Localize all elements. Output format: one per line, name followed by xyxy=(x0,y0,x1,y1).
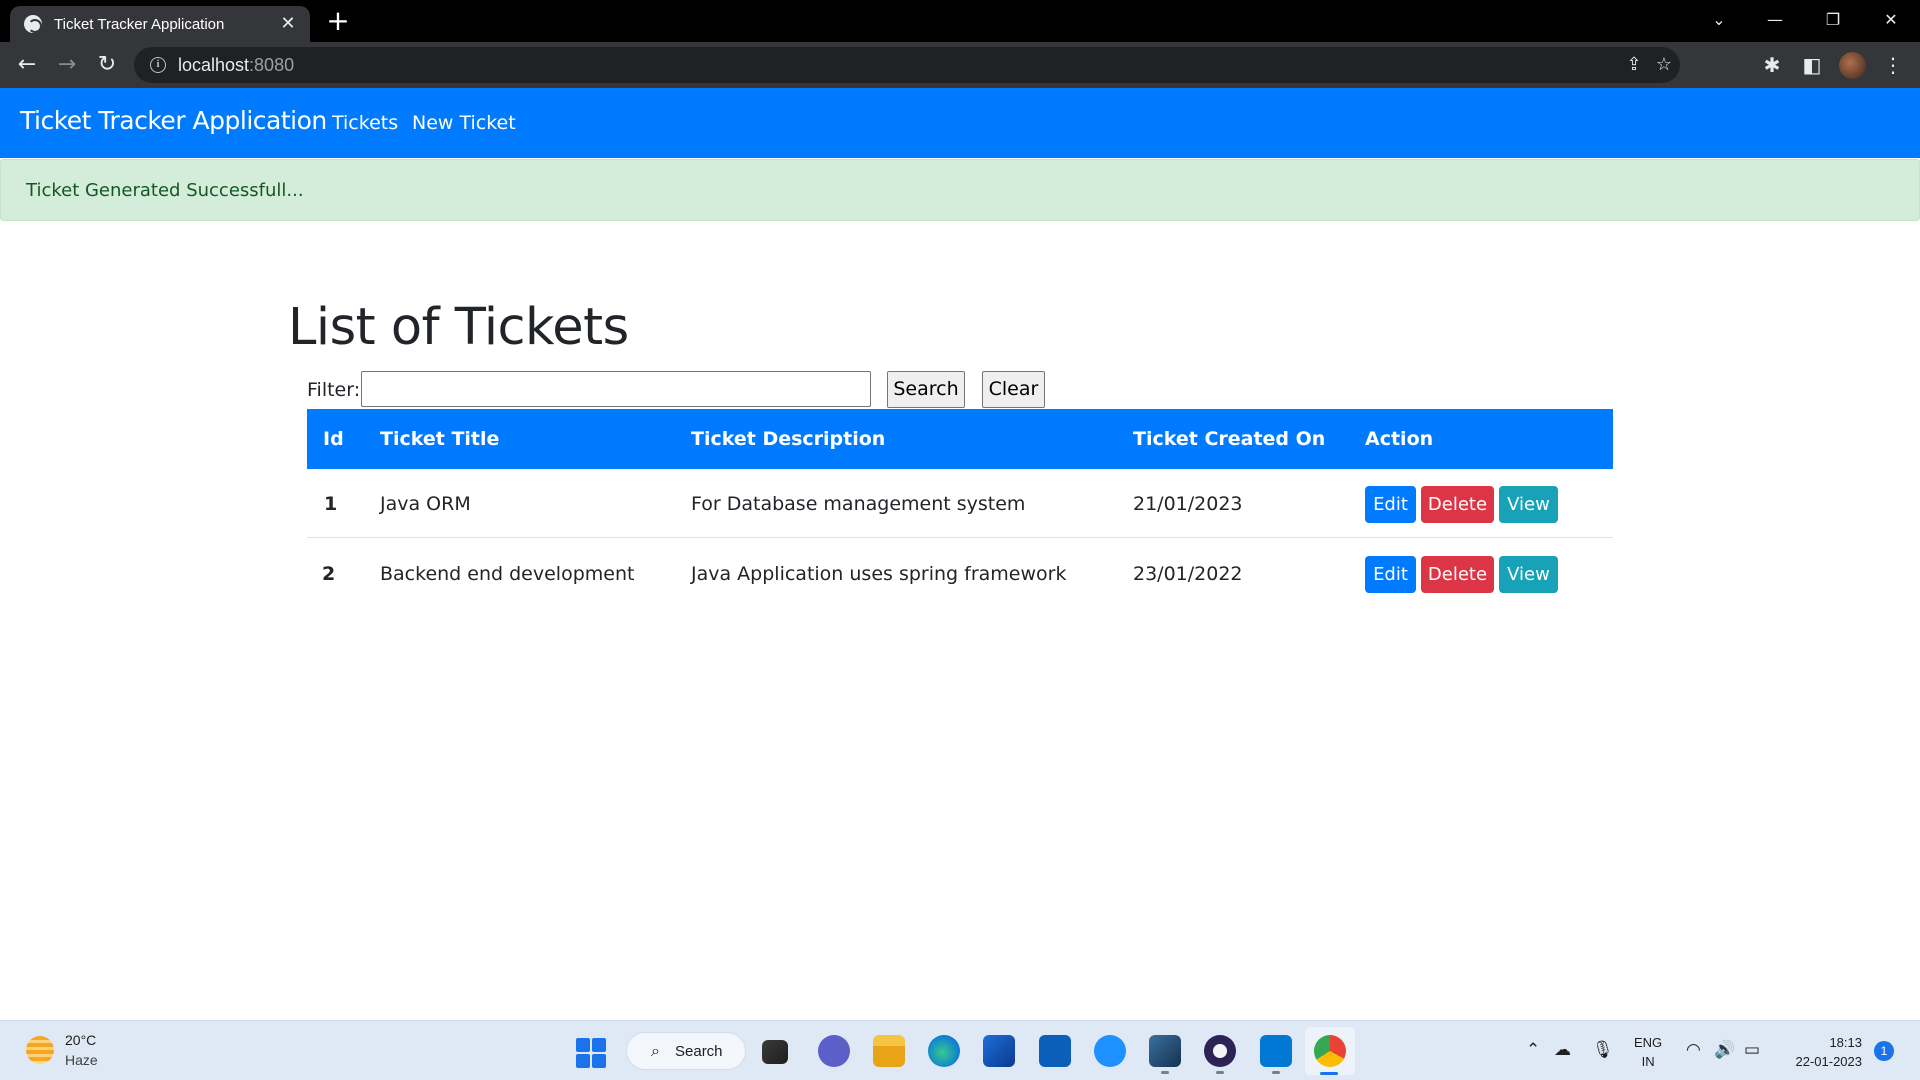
browser-toolbar: ← → ↻ i localhost:8080 ⇪ ☆ ✱ ◧ ⋮ xyxy=(0,42,1920,88)
table-header: Id Ticket Title Ticket Description Ticke… xyxy=(307,409,1613,469)
side-panel-icon[interactable]: ◧ xyxy=(1797,50,1827,80)
header-action: Action xyxy=(1365,428,1434,450)
volume-icon[interactable]: 🔊 xyxy=(1714,1040,1735,1060)
cell-title: Java ORM xyxy=(380,493,471,515)
profile-avatar[interactable] xyxy=(1839,52,1866,79)
cell-description: For Database management system xyxy=(691,493,1026,515)
chrome-icon[interactable] xyxy=(1314,1035,1346,1067)
header-ticket-created-on: Ticket Created On xyxy=(1133,428,1326,450)
system-clock[interactable]: 18:13 22-01-2023 xyxy=(1782,1033,1863,1071)
header-id: Id xyxy=(323,428,344,450)
share-icon[interactable]: ⇪ xyxy=(1622,53,1646,77)
weather-temperature[interactable]: 20°C xyxy=(65,1032,96,1048)
clock-time: 18:13 xyxy=(1829,1035,1862,1050)
cell-id: 1 xyxy=(324,493,338,515)
edge-icon[interactable] xyxy=(928,1035,960,1067)
menu-icon[interactable]: ⋮ xyxy=(1878,50,1908,80)
address-bar[interactable]: i localhost:8080 ⇪ ☆ xyxy=(134,47,1680,83)
view-button[interactable]: View xyxy=(1499,556,1558,593)
header-ticket-description: Ticket Description xyxy=(691,428,886,450)
cell-created-on: 23/01/2022 xyxy=(1133,563,1243,585)
url-host: localhost xyxy=(178,55,250,75)
header-ticket-title: Ticket Title xyxy=(380,428,500,450)
cell-id: 2 xyxy=(322,563,336,585)
forward-button[interactable]: → xyxy=(51,49,83,81)
delete-button[interactable]: Delete xyxy=(1421,556,1494,593)
edit-button[interactable]: Edit xyxy=(1365,486,1416,523)
teams-chat-icon[interactable] xyxy=(818,1035,850,1067)
success-alert: Ticket Generated Successfull... xyxy=(0,159,1920,221)
clock-date: 22-01-2023 xyxy=(1795,1054,1863,1069)
page-title: List of Tickets xyxy=(288,298,629,357)
tab-title: Ticket Tracker Application xyxy=(54,15,225,33)
running-indicator xyxy=(1272,1071,1280,1074)
window-close-button[interactable]: ✕ xyxy=(1864,0,1918,42)
browser-tabstrip: Ticket Tracker Application ✕ + ⌄ — ❐ ✕ xyxy=(0,0,1920,42)
table-row: 2 Backend end development Java Applicati… xyxy=(307,539,1613,608)
task-view-icon[interactable] xyxy=(762,1040,788,1064)
running-indicator xyxy=(1216,1071,1224,1074)
alert-message: Ticket Generated Successfull... xyxy=(26,180,304,201)
chevron-up-icon[interactable]: ⌃ xyxy=(1526,1040,1540,1060)
weather-haze-icon[interactable] xyxy=(26,1036,54,1064)
outlook-icon[interactable] xyxy=(1260,1035,1292,1067)
notification-badge[interactable]: 1 xyxy=(1874,1041,1894,1061)
view-button[interactable]: View xyxy=(1499,486,1558,523)
help-icon[interactable] xyxy=(1094,1035,1126,1067)
app-navbar: Ticket Tracker Application Tickets New T… xyxy=(0,88,1920,158)
store-icon[interactable] xyxy=(983,1035,1015,1067)
taskbar-search[interactable]: ⌕ Search xyxy=(626,1032,746,1070)
taskbar-search-label: Search xyxy=(675,1043,723,1060)
browser-tab[interactable]: Ticket Tracker Application ✕ xyxy=(10,6,310,42)
cell-title: Backend end development xyxy=(380,563,635,585)
globe-icon xyxy=(24,15,42,33)
wifi-icon[interactable]: ◠ xyxy=(1686,1040,1701,1060)
cell-created-on: 21/01/2023 xyxy=(1133,493,1243,515)
battery-icon[interactable]: ▭ xyxy=(1744,1040,1760,1060)
minimize-button[interactable]: — xyxy=(1748,0,1802,42)
reload-button[interactable]: ↻ xyxy=(91,49,123,81)
url-text: localhost:8080 xyxy=(178,55,294,76)
new-tab-button[interactable]: + xyxy=(322,6,354,38)
restore-button[interactable]: ❐ xyxy=(1806,0,1860,42)
app-icon[interactable] xyxy=(1039,1035,1071,1067)
running-indicator xyxy=(1161,1071,1169,1074)
nav-link-new-ticket[interactable]: New Ticket xyxy=(412,112,516,134)
search-icon: ⌕ xyxy=(651,1041,660,1060)
chevron-down-icon[interactable]: ⌄ xyxy=(1692,0,1746,42)
navbar-brand[interactable]: Ticket Tracker Application xyxy=(20,106,327,135)
active-indicator xyxy=(1320,1072,1338,1075)
nav-link-tickets[interactable]: Tickets xyxy=(332,112,398,134)
eclipse-icon[interactable] xyxy=(1204,1035,1236,1067)
microphone-icon[interactable]: 🎙 xyxy=(1592,1040,1614,1060)
url-port: :8080 xyxy=(249,55,295,75)
search-button[interactable]: Search xyxy=(887,371,965,408)
back-button[interactable]: ← xyxy=(11,49,43,81)
file-explorer-icon[interactable] xyxy=(873,1035,905,1067)
language-indicator[interactable]: ENG IN xyxy=(1634,1033,1662,1071)
windows-start-icon[interactable] xyxy=(576,1038,606,1068)
language-code: ENG xyxy=(1634,1035,1663,1050)
delete-button[interactable]: Delete xyxy=(1421,486,1494,523)
info-icon[interactable]: i xyxy=(150,57,166,73)
close-icon[interactable]: ✕ xyxy=(276,12,300,36)
table-row: 1 Java ORM For Database management syste… xyxy=(307,469,1613,538)
filter-input[interactable] xyxy=(361,371,871,407)
star-icon[interactable]: ☆ xyxy=(1652,53,1676,77)
cloud-icon[interactable]: ☁ xyxy=(1554,1040,1571,1060)
cell-description: Java Application uses spring framework xyxy=(691,563,1067,585)
weather-condition[interactable]: Haze xyxy=(65,1052,98,1068)
language-region: IN xyxy=(1641,1054,1655,1069)
mysql-workbench-icon[interactable] xyxy=(1149,1035,1181,1067)
filter-label: Filter: xyxy=(307,379,361,401)
taskbar: 20°C Haze ⌕ Search ⌃ ☁ 🎙 ENG IN ◠ 🔊 ▭ 18… xyxy=(0,1020,1920,1080)
edit-button[interactable]: Edit xyxy=(1365,556,1416,593)
extensions-icon[interactable]: ✱ xyxy=(1757,50,1787,80)
clear-button[interactable]: Clear xyxy=(982,371,1045,408)
